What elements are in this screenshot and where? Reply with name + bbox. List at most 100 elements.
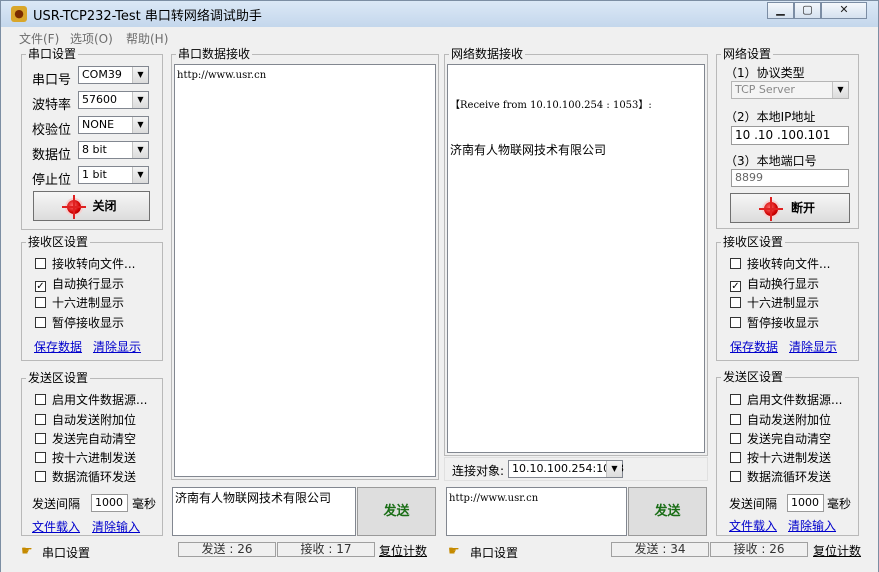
left-send-option-loop[interactable]: 数据流循环发送 [35,470,136,484]
left-receive-option-file[interactable]: 接收转向文件... [35,257,135,271]
minimize-icon: ▁ [776,3,785,16]
left-send-option-file-label: 启用文件数据源... [52,393,148,407]
window-title: USR-TCP232-Test 串口转网络调试助手 [33,9,262,24]
right-receive-option-file-label: 接收转向文件... [747,257,831,271]
pointing-hand-icon: ☛ [21,544,33,559]
baud-select[interactable]: 57600 ▼ [78,91,149,109]
left-interval-unit: 毫秒 [132,497,157,511]
left-send-option-clear-label: 发送完自动清空 [52,432,137,446]
right-interval-unit: 毫秒 [827,497,852,511]
network-send-input[interactable]: http://www.usr.cn [446,487,627,536]
right-receive-option-file[interactable]: 接收转向文件... [730,257,830,271]
port-select[interactable]: COM39 ▼ [78,66,149,84]
local-ip-input[interactable]: 10 .10 .100.101 [731,126,849,145]
left-send-option-hex[interactable]: 按十六进制发送 [35,451,136,465]
data-bits-select[interactable]: 8 bit ▼ [78,141,149,159]
parity-value: NONE [82,118,115,131]
connection-label: 连接对象: [452,464,505,478]
left-receive-option-wrap[interactable]: ✓ 自动换行显示 [35,277,124,292]
chevron-down-icon: ▼ [132,117,148,133]
status-lamp-icon [62,195,86,219]
left-send-option-append[interactable]: 自动发送附加位 [35,413,136,427]
serial-receive-area[interactable]: http://www.usr.cn [174,64,436,477]
left-clear-input-link[interactable]: 清除输入 [92,518,140,535]
status-right-reset[interactable]: 复位计数 [813,542,861,559]
menu-file[interactable]: 文件(F) [19,30,59,47]
right-clear-input-link[interactable]: 清除输入 [788,517,836,534]
network-settings-legend: 网络设置 [721,47,774,61]
left-receive-settings-legend: 接收区设置 [26,235,91,249]
right-send-option-clear[interactable]: 发送完自动清空 [730,432,831,446]
status-left-sent: 发送 : 26 [178,542,276,557]
checkbox-icon [35,433,46,444]
serial-send-input[interactable]: 济南有人物联网技术有限公司 [172,487,356,536]
right-send-option-loop[interactable]: 数据流循环发送 [730,470,831,484]
right-clear-display-link[interactable]: 清除显示 [789,338,837,355]
right-load-file-link[interactable]: 文件载入 [729,517,777,534]
left-receive-option-hex-label: 十六进制显示 [52,296,125,310]
status-right-received: 接收 : 26 [710,542,808,557]
protocol-label: （1）协议类型 [725,66,805,80]
status-right-sent: 发送 : 34 [611,542,709,557]
right-receive-option-wrap[interactable]: ✓ 自动换行显示 [730,277,819,292]
right-send-option-hex[interactable]: 按十六进制发送 [730,451,831,465]
right-send-option-file[interactable]: 启用文件数据源... [730,393,842,407]
left-receive-option-hex[interactable]: 十六进制显示 [35,296,124,310]
checkbox-icon [730,452,741,463]
stop-bits-value: 1 bit [82,168,107,181]
left-send-option-clear[interactable]: 发送完自动清空 [35,432,136,446]
parity-select[interactable]: NONE ▼ [78,116,149,134]
close-button[interactable]: ✕ [821,2,867,19]
local-port-input[interactable]: 8899 [731,169,849,187]
right-receive-settings-group: 接收区设置 接收转向文件... ✓ 自动换行显示 十六进制显示 暂停接收显示 保存… [716,235,859,361]
left-save-data-link[interactable]: 保存数据 [34,338,82,355]
network-receive-group: 网络数据接收 【Receive from 10.10.100.254 : 105… [444,47,708,456]
maximize-button[interactable]: ▢ [794,2,821,19]
right-receive-option-hex[interactable]: 十六进制显示 [730,296,819,310]
connection-select[interactable]: 10.10.100.254:1053 ▼ [508,460,624,478]
right-interval-input[interactable]: 1000 [787,494,824,512]
left-load-file-link[interactable]: 文件载入 [32,518,80,535]
serial-settings-group: 串口设置 串口号 COM39 ▼ 波特率 57600 ▼ 校验位 NONE ▼ … [21,47,163,230]
left-send-option-hex-label: 按十六进制发送 [52,451,137,465]
left-receive-option-pause[interactable]: 暂停接收显示 [35,316,124,330]
left-clear-display-link[interactable]: 清除显示 [93,338,141,355]
stop-bits-label: 停止位 [32,173,72,188]
close-icon: ✕ [839,3,849,16]
protocol-select[interactable]: TCP Server ▼ [731,81,849,99]
right-send-settings-group: 发送区设置 启用文件数据源... 自动发送附加位 发送完自动清空 按十六进制发送… [716,370,859,536]
menu-help[interactable]: 帮助(H) [126,30,168,47]
right-send-option-append[interactable]: 自动发送附加位 [730,413,831,427]
status-left-reset[interactable]: 复位计数 [379,542,427,559]
right-receive-option-pause[interactable]: 暂停接收显示 [730,316,819,330]
checkbox-checked-icon: ✓ [730,281,741,292]
checkbox-icon [730,258,741,269]
right-interval-label: 发送间隔 [729,497,778,511]
local-ip-label: （2）本地IP地址 [725,110,816,124]
parity-label: 校验位 [32,123,72,138]
checkbox-icon [730,297,741,308]
checkbox-icon [35,414,46,425]
data-bits-label: 数据位 [32,148,72,163]
network-receive-area[interactable]: 【Receive from 10.10.100.254 : 1053】: 济南有… [447,64,705,453]
minimize-button[interactable]: ▁ [767,2,794,19]
network-send-button[interactable]: 发送 [628,487,707,536]
serial-receive-legend: 串口数据接收 [176,47,253,61]
network-disconnect-button[interactable]: 断开 [730,193,850,223]
left-send-option-file[interactable]: 启用文件数据源... [35,393,147,407]
checkbox-icon [35,471,46,482]
left-interval-label: 发送间隔 [32,497,81,511]
serial-close-button[interactable]: 关闭 [33,191,150,221]
port-value: COM39 [82,68,122,81]
right-save-data-link[interactable]: 保存数据 [730,338,778,355]
left-interval-input[interactable]: 1000 [91,494,128,512]
baud-value: 57600 [82,93,117,106]
left-send-option-loop-label: 数据流循环发送 [52,470,137,484]
checkbox-icon [35,258,46,269]
stop-bits-select[interactable]: 1 bit ▼ [78,166,149,184]
checkbox-icon [730,394,741,405]
left-receive-option-pause-label: 暂停接收显示 [52,316,125,330]
serial-send-button[interactable]: 发送 [357,487,436,536]
pointing-hand-icon: ☛ [448,544,460,559]
menu-options[interactable]: 选项(O) [70,30,113,47]
